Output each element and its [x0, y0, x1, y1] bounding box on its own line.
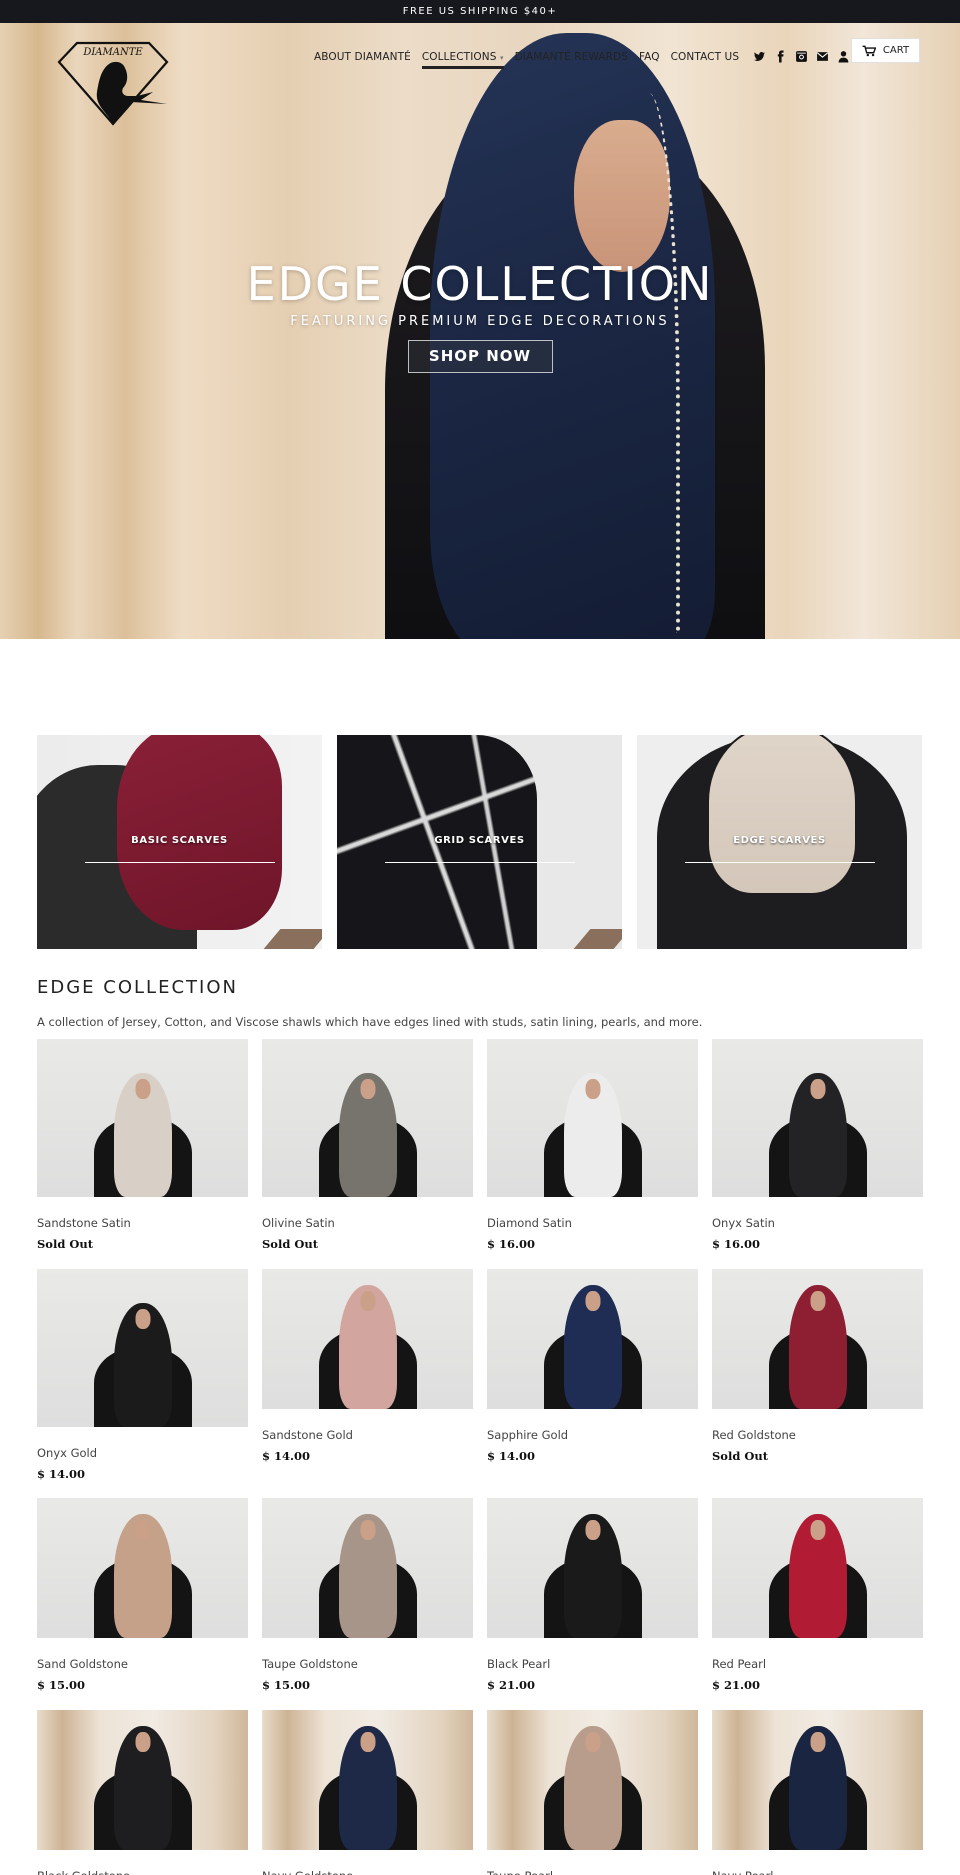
product-card[interactable]: Sapphire Gold $ 14.00 [487, 1269, 698, 1463]
shop-now-button[interactable]: SHOP NOW [407, 340, 553, 373]
product-name[interactable]: Sandstone Gold [262, 1428, 473, 1442]
hero-content: EDGE COLLECTION FEATURING PREMIUM EDGE D… [0, 257, 960, 373]
product-price: $ 14.00 [262, 1449, 311, 1463]
product-card[interactable]: Black Goldstone [37, 1710, 248, 1875]
product-price: $ 16.00 [487, 1237, 536, 1251]
product-name[interactable]: Taupe Pearl [487, 1869, 698, 1875]
cart-button[interactable]: CART [851, 38, 920, 63]
product-image[interactable] [712, 1039, 923, 1197]
product-name[interactable]: Onyx Satin [712, 1216, 923, 1230]
product-image[interactable] [487, 1269, 698, 1409]
product-image[interactable] [712, 1710, 923, 1850]
product-image[interactable] [262, 1710, 473, 1850]
product-name[interactable]: Red Goldstone [712, 1428, 923, 1442]
product-card[interactable]: Red Goldstone Sold Out [712, 1269, 923, 1463]
product-name[interactable]: Olivine Satin [262, 1216, 473, 1230]
product-card[interactable]: Red Pearl $ 21.00 [712, 1498, 923, 1692]
product-price: $ 21.00 [712, 1678, 761, 1692]
sold-out-label: Sold Out [262, 1237, 319, 1251]
collection-title: EDGE COLLECTION [37, 977, 238, 998]
email-icon[interactable] [813, 49, 831, 65]
product-image[interactable] [37, 1710, 248, 1850]
cart-icon [862, 45, 876, 56]
product-price: $ 15.00 [262, 1678, 311, 1692]
sold-out-label: Sold Out [712, 1449, 769, 1463]
product-name[interactable]: Sand Goldstone [37, 1657, 248, 1671]
category-tile-edge-scarves[interactable]: EDGE SCARVES [637, 735, 922, 949]
product-name[interactable]: Sapphire Gold [487, 1428, 698, 1442]
product-card[interactable]: Diamond Satin $ 16.00 [487, 1039, 698, 1251]
product-name[interactable]: Navy Pearl [712, 1869, 923, 1875]
nav-collections-label: COLLECTIONS [421, 51, 497, 63]
nav-about[interactable]: ABOUT DIAMANTÉ [314, 51, 411, 63]
announcement-bar: FREE US SHIPPING $40+ [0, 0, 960, 23]
product-image[interactable] [487, 1039, 698, 1197]
hero-subtitle: FEATURING PREMIUM EDGE DECORATIONS [290, 314, 670, 329]
nav-contact[interactable]: CONTACT US [671, 51, 739, 63]
product-card[interactable]: Sandstone Satin Sold Out [37, 1039, 248, 1251]
category-tile-grid-scarves[interactable]: GRID SCARVES [337, 735, 622, 949]
product-price: $ 21.00 [487, 1678, 536, 1692]
product-image[interactable] [712, 1498, 923, 1638]
product-image[interactable] [262, 1269, 473, 1409]
product-name[interactable]: Red Pearl [712, 1657, 923, 1671]
product-card[interactable]: Black Pearl $ 21.00 [487, 1498, 698, 1692]
product-card[interactable]: Onyx Satin $ 16.00 [712, 1039, 923, 1251]
product-card[interactable]: Taupe Goldstone $ 15.00 [262, 1498, 473, 1692]
product-price: $ 14.00 [487, 1449, 536, 1463]
nav-faq[interactable]: FAQ [639, 51, 660, 63]
twitter-icon[interactable] [750, 49, 768, 65]
product-image[interactable] [262, 1498, 473, 1638]
product-card[interactable]: Onyx Gold $ 14.00 [37, 1269, 248, 1481]
product-image[interactable] [37, 1498, 248, 1638]
facebook-icon[interactable] [771, 49, 789, 65]
account-icon[interactable] [834, 49, 852, 65]
category-divider [85, 862, 275, 863]
product-price: $ 14.00 [37, 1467, 86, 1481]
product-name[interactable]: Black Goldstone [37, 1869, 248, 1875]
instagram-icon[interactable] [792, 49, 810, 65]
product-name[interactable]: Onyx Gold [37, 1446, 248, 1460]
category-divider [385, 862, 575, 863]
product-card[interactable]: Sand Goldstone $ 15.00 [37, 1498, 248, 1692]
product-image[interactable] [37, 1039, 248, 1197]
product-price: $ 15.00 [37, 1678, 86, 1692]
category-label: BASIC SCARVES [131, 835, 228, 846]
category-divider [685, 862, 875, 863]
product-image[interactable] [487, 1710, 698, 1850]
main-nav: ABOUT DIAMANTÉ COLLECTIONS ▾ DIAMANTÉ RE… [314, 44, 876, 69]
collection-description: A collection of Jersey, Cotton, and Visc… [37, 1015, 703, 1029]
product-name[interactable]: Diamond Satin [487, 1216, 698, 1230]
product-card[interactable]: Taupe Pearl [487, 1710, 698, 1875]
chevron-down-icon: ▾ [499, 54, 504, 62]
announcement-text: FREE US SHIPPING $40+ [402, 6, 558, 17]
category-tile-basic-scarves[interactable]: BASIC SCARVES [37, 735, 322, 949]
product-image[interactable] [712, 1269, 923, 1409]
product-image[interactable] [37, 1269, 248, 1427]
product-card[interactable]: Sandstone Gold $ 14.00 [262, 1269, 473, 1463]
product-image[interactable] [262, 1039, 473, 1197]
product-name[interactable]: Black Pearl [487, 1657, 698, 1671]
product-card[interactable]: Navy Goldstone [262, 1710, 473, 1875]
sold-out-label: Sold Out [37, 1237, 94, 1251]
product-price: $ 16.00 [712, 1237, 761, 1251]
category-label: EDGE SCARVES [733, 835, 826, 846]
brand-logo[interactable]: DIAMANTE [57, 40, 169, 126]
product-name[interactable]: Sandstone Satin [37, 1216, 248, 1230]
product-name[interactable]: Navy Goldstone [262, 1869, 473, 1875]
product-image[interactable] [487, 1498, 698, 1638]
product-card[interactable]: Olivine Satin Sold Out [262, 1039, 473, 1251]
nav-rewards[interactable]: DIAMANTÉ REWARDS [515, 51, 628, 63]
product-name[interactable]: Taupe Goldstone [262, 1657, 473, 1671]
hero-title: EDGE COLLECTION [246, 257, 714, 311]
product-card[interactable]: Navy Pearl [712, 1710, 923, 1875]
nav-collections[interactable]: COLLECTIONS ▾ [421, 51, 504, 69]
logo-diamond-icon: DIAMANTE [57, 41, 169, 126]
cart-label: CART [882, 45, 910, 56]
category-label: GRID SCARVES [434, 835, 525, 846]
svg-text:DIAMANTE: DIAMANTE [82, 47, 143, 58]
